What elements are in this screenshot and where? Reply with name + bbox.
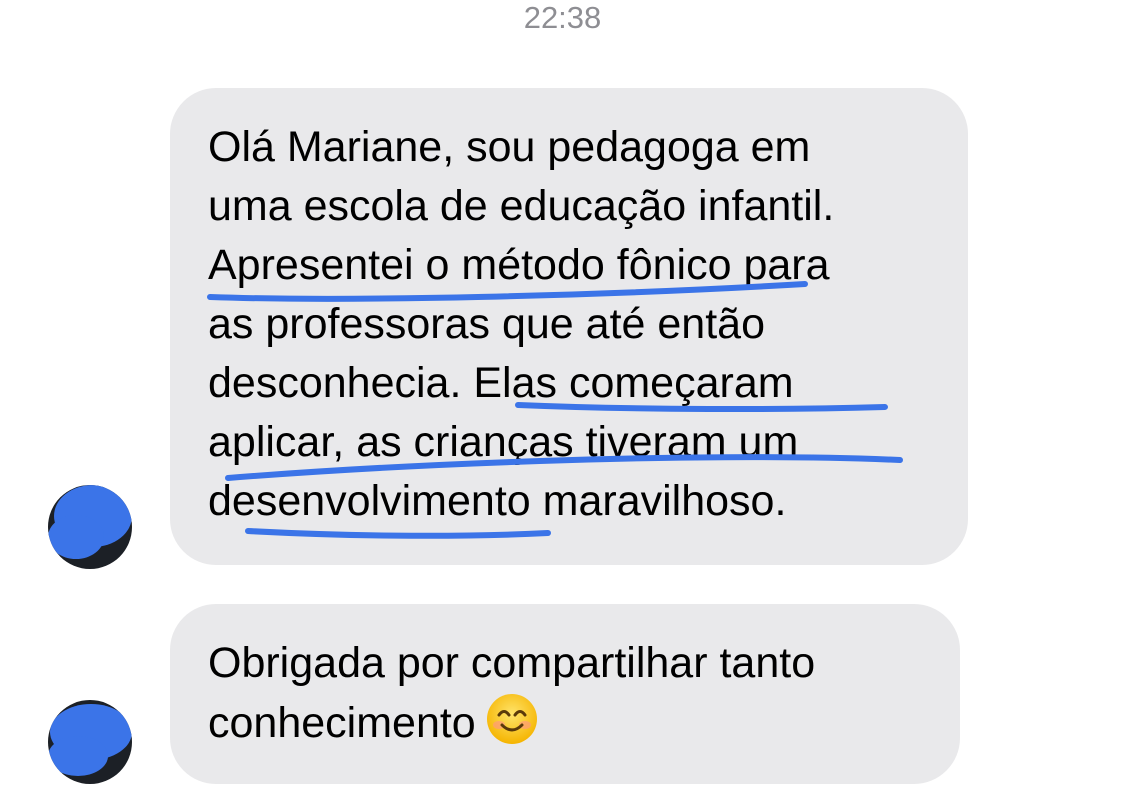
message-text-line-with-emoji: conhecimento [208,693,538,753]
message-text-line: as professoras que até então [208,300,765,348]
message-text-line: desconhecia. Elas começaram [208,359,794,407]
message-timestamp: 22:38 [523,0,602,35]
redaction-mark [48,515,104,559]
sender-avatar[interactable] [48,485,132,569]
message-text: conhecimento [208,699,476,747]
message-text-line: Apresentei o método fônico para [208,241,830,289]
received-message-bubble[interactable]: Obrigada por compartilhar tanto conhecim… [170,604,960,784]
chat-screen: 22:38 Olá Mariane, sou pedagoga em uma e… [0,0,1125,805]
received-message-bubble[interactable]: Olá Mariane, sou pedagoga em uma escola … [170,88,968,565]
sender-avatar[interactable] [48,700,132,784]
message-text-line: uma escola de educação infantil. [208,182,835,230]
message-text-line: Obrigada por compartilhar tanto [208,639,816,687]
message-text-line: Olá Mariane, sou pedagoga em [208,123,811,171]
message-text-line: aplicar, as crianças tiveram um [208,418,799,466]
smiling-face-emoji-icon [486,693,538,745]
redaction-mark [48,736,108,776]
message-text-line: desenvolvimento maravilhoso. [208,477,787,525]
